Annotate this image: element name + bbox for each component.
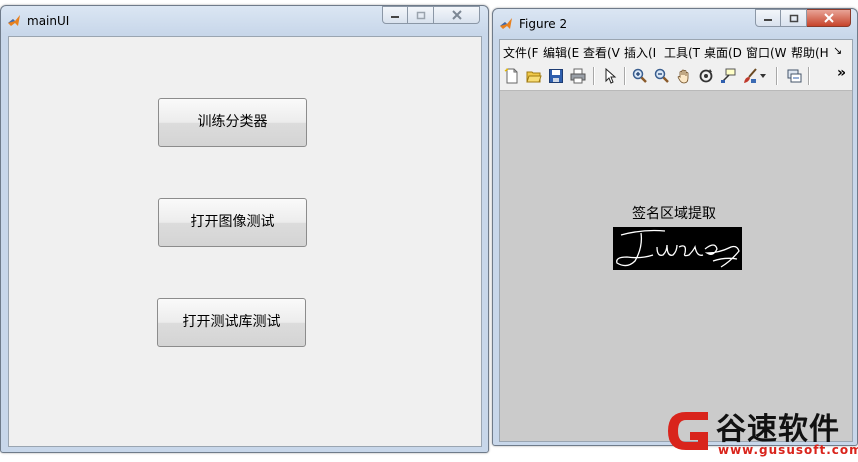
watermark: 谷速软件 www.gususoft.com xyxy=(662,400,858,462)
close-button[interactable] xyxy=(434,6,480,24)
figure-window: Figure 2 文件(F 编辑(E 查看(V 插入(I 工具(T 桌面(D 窗… xyxy=(492,8,858,446)
train-classifier-button[interactable]: 训练分类器 xyxy=(158,98,307,147)
maximize-button[interactable] xyxy=(781,9,807,27)
chevron-down-icon xyxy=(760,74,766,78)
rotate-3d-button[interactable] xyxy=(696,66,716,86)
menu-window[interactable]: 窗口(W xyxy=(746,44,787,61)
zoom-out-icon xyxy=(654,68,669,83)
menu-help[interactable]: 帮助(H xyxy=(791,44,829,61)
open-library-test-button[interactable]: 打开测试库测试 xyxy=(157,298,306,347)
main-window: mainUI 训练分类器 打开图像测试 打开测试库测试 xyxy=(0,5,489,453)
pointer-icon xyxy=(605,68,617,84)
rotate-icon xyxy=(699,69,713,83)
minimize-button[interactable] xyxy=(382,6,408,24)
menu-overflow-icon[interactable]: ↘ xyxy=(833,44,842,57)
hand-icon xyxy=(677,69,689,84)
main-window-title: mainUI xyxy=(27,14,70,28)
open-folder-icon xyxy=(526,71,542,83)
toolbar-separator xyxy=(624,67,626,85)
zoom-out-button[interactable] xyxy=(652,66,672,86)
pan-button[interactable] xyxy=(674,66,694,86)
close-icon xyxy=(451,10,462,20)
maximize-icon xyxy=(789,14,798,22)
figure-canvas: 签名区域提取 xyxy=(500,91,852,441)
new-figure-button[interactable] xyxy=(502,66,522,86)
menu-bar: 文件(F 编辑(E 查看(V 插入(I 工具(T 桌面(D 窗口(W 帮助(H … xyxy=(500,40,852,62)
open-file-button[interactable] xyxy=(524,66,544,86)
menu-edit[interactable]: 编辑(E xyxy=(543,44,579,61)
minimize-icon xyxy=(764,19,772,21)
minimize-icon xyxy=(391,16,399,18)
toolbar-separator xyxy=(776,67,778,85)
figure-window-titlebar[interactable]: Figure 2 xyxy=(493,9,857,37)
print-button[interactable] xyxy=(568,66,588,86)
menu-insert[interactable]: 插入(I xyxy=(624,44,656,61)
menu-file[interactable]: 文件(F xyxy=(503,44,539,61)
save-button[interactable] xyxy=(546,66,566,86)
watermark-brand: 谷速软件 xyxy=(716,412,840,447)
close-icon xyxy=(823,13,834,23)
signature-image xyxy=(613,227,742,270)
open-image-test-button[interactable]: 打开图像测试 xyxy=(158,198,307,247)
watermark-logo-icon xyxy=(668,412,708,450)
new-file-icon xyxy=(504,68,518,84)
close-button[interactable] xyxy=(807,9,851,27)
figure-window-client: 文件(F 编辑(E 查看(V 插入(I 工具(T 桌面(D 窗口(W 帮助(H … xyxy=(499,39,853,442)
brush-icon xyxy=(744,68,757,83)
toolbar-separator xyxy=(808,67,810,85)
zoom-in-button[interactable] xyxy=(630,66,650,86)
main-window-titlebar[interactable]: mainUI xyxy=(1,6,488,34)
link-plot-icon xyxy=(787,69,802,83)
toolbar-overflow-icon[interactable]: » xyxy=(837,65,846,81)
edit-plot-button[interactable] xyxy=(600,66,620,86)
data-cursor-button[interactable] xyxy=(718,66,738,86)
menu-tools[interactable]: 工具(T xyxy=(664,44,700,61)
matlab-icon xyxy=(500,18,512,29)
watermark-url: www.gususoft.com xyxy=(718,443,858,457)
print-icon xyxy=(570,68,586,84)
maximize-button[interactable] xyxy=(408,6,434,24)
zoom-in-icon xyxy=(632,68,647,83)
plot-title: 签名区域提取 xyxy=(632,206,716,222)
figure-toolbar: » xyxy=(500,62,852,91)
main-window-client: 训练分类器 打开图像测试 打开测试库测试 xyxy=(8,36,482,447)
save-icon xyxy=(549,69,563,83)
brush-button[interactable] xyxy=(740,66,760,86)
data-cursor-icon xyxy=(721,68,736,83)
brush-dropdown-button[interactable] xyxy=(758,66,768,86)
menu-view[interactable]: 查看(V xyxy=(583,44,620,61)
figure-window-title: Figure 2 xyxy=(519,17,568,31)
minimize-button[interactable] xyxy=(755,9,781,27)
menu-desktop[interactable]: 桌面(D xyxy=(704,44,742,61)
link-plot-button[interactable] xyxy=(784,66,804,86)
maximize-icon xyxy=(416,11,425,19)
toolbar-separator xyxy=(593,67,595,85)
matlab-icon xyxy=(8,15,20,26)
